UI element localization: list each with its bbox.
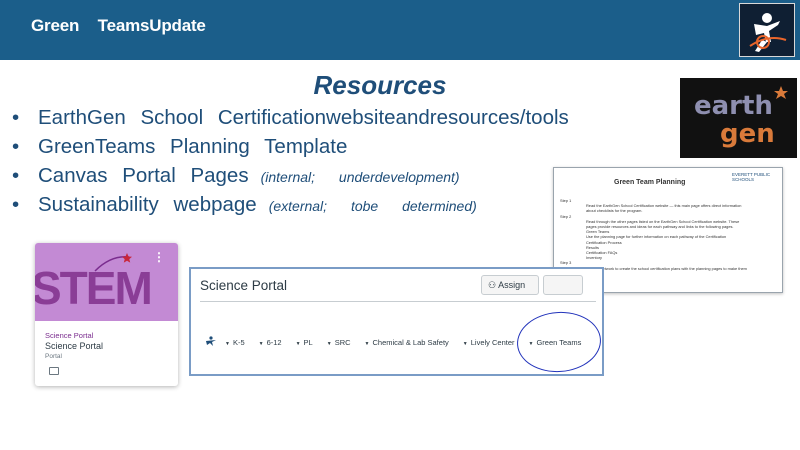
assign-button[interactable]: ⚇ Assign: [481, 275, 539, 295]
bullet-text: GreenTeams Planning Template: [38, 135, 348, 158]
chevron-down-icon: ▼: [364, 340, 370, 347]
list-item: • Sustainability webpage (external; tobe…: [12, 193, 477, 216]
bullet-text: Canvas Portal Pages: [38, 164, 249, 187]
svg-text:gen: gen: [720, 119, 775, 149]
nav-item-6-12[interactable]: ▼ 6-12: [259, 338, 282, 347]
list-item: • Canvas Portal Pages (internal; underde…: [12, 164, 460, 187]
chevron-down-icon: ▼: [326, 340, 332, 347]
bullet-text: Sustainability webpage: [38, 193, 257, 216]
portal-title: Science Portal: [200, 278, 288, 293]
chevron-down-icon: ▼: [295, 340, 301, 347]
doc-title: Green Team Planning: [614, 179, 686, 186]
doc-body: Step 1 Read the EarthGen School Certific…: [560, 198, 747, 271]
list-item: • EarthGen School Certificationwebsitean…: [12, 106, 569, 129]
course-card-label[interactable]: Science Portal: [45, 331, 93, 340]
divider: [200, 301, 596, 302]
course-card[interactable]: STEM ⋮ Science Portal Science Portal Por…: [35, 243, 178, 386]
bullet-text: EarthGen School Certificationwebsiteandr…: [38, 106, 569, 129]
course-card-image: STEM ⋮: [35, 243, 178, 321]
list-item: • GreenTeams Planning Template: [12, 135, 348, 158]
course-card-name[interactable]: Science Portal: [45, 341, 103, 351]
header-title: Green TeamsUpdate: [31, 16, 206, 35]
nav-item-chemical-lab-safety[interactable]: ▼ Chemical & Lab Safety: [365, 338, 449, 347]
slide-title: Resources: [313, 70, 447, 100]
chevron-down-icon: ▼: [225, 340, 230, 347]
nav-item-k5[interactable]: ▼ K-5: [225, 338, 245, 347]
course-card-subtitle: Portal: [45, 353, 62, 360]
bullet-note: (internal; underdevelopment): [260, 169, 460, 185]
chevron-down-icon: ▼: [258, 340, 264, 347]
nav-item-src[interactable]: ▼ SRC: [327, 338, 351, 347]
assign-label: Assign: [498, 280, 526, 290]
secondary-button[interactable]: [543, 275, 583, 295]
doc-brand: EVERETT PUBLIC SCHOOLS: [732, 172, 771, 182]
people-icon: ⚇: [488, 280, 497, 290]
chevron-down-icon: ▼: [462, 340, 468, 347]
nav-item-lively-center[interactable]: ▼ Lively Center: [463, 338, 515, 347]
bullet-note: (external; tobe determined): [268, 198, 477, 214]
svg-text:earth: earth: [694, 91, 773, 121]
resource-list: • EarthGen School Certificationwebsitean…: [12, 106, 569, 222]
header-bar: Green TeamsUpdate: [0, 0, 800, 60]
portal-home-icon[interactable]: [205, 335, 217, 349]
star-swoosh-icon: [94, 253, 132, 272]
folder-icon[interactable]: [49, 367, 59, 375]
figure-with-globe-icon: [739, 3, 795, 57]
nav-item-pl[interactable]: ▼ PL: [296, 338, 313, 347]
earthgen-logo-icon: earth gen: [680, 78, 797, 158]
card-menu-icon[interactable]: ⋮: [153, 250, 165, 264]
